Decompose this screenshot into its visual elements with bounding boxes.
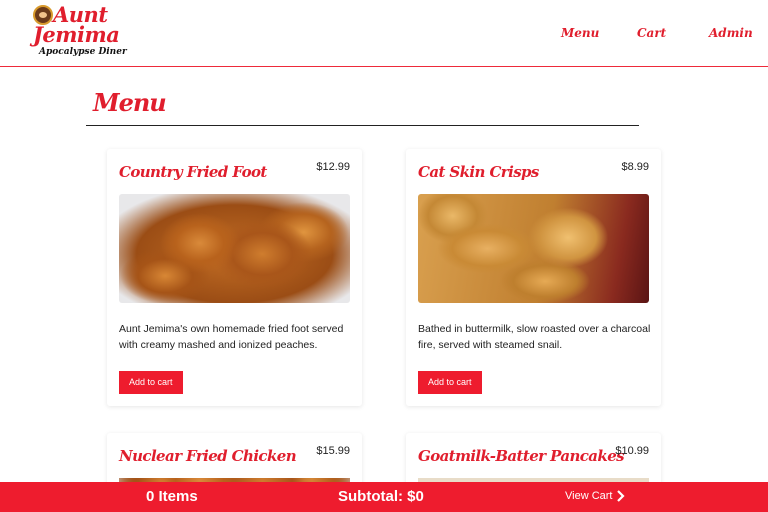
menu-item-name: Nuclear Fried Chicken	[119, 447, 297, 465]
nav-menu-link[interactable]: Menu	[561, 26, 599, 40]
view-cart-button[interactable]: View Cart	[565, 490, 626, 502]
menu-item-price: $8.99	[621, 161, 649, 173]
menu-item-price: $10.99	[615, 445, 649, 457]
menu-item-price: $12.99	[316, 161, 350, 173]
menu-item-name: Goatmilk-Batter Pancakes	[418, 447, 625, 465]
cart-subtotal: Subtotal: $0	[338, 488, 424, 505]
menu-item-description: Aunt Jemima's own homemade fried foot se…	[119, 323, 344, 351]
logo-line-2: Jemima	[33, 22, 120, 47]
menu-item-name: Country Fried Foot	[119, 163, 267, 181]
nav-admin-link[interactable]: Admin	[709, 26, 753, 40]
potato-chips-image	[418, 194, 649, 303]
nav-cart-link[interactable]: Cart	[637, 26, 666, 40]
add-to-cart-button[interactable]: Add to cart	[418, 371, 482, 394]
menu-item-card: Cat Skin Crisps $8.99 Bathed in buttermi…	[406, 149, 661, 406]
fried-chicken-image	[119, 194, 350, 303]
page-title: Menu	[93, 88, 167, 117]
chevron-right-icon	[617, 490, 626, 502]
menu-item-card: Country Fried Foot $12.99 Aunt Jemima's …	[107, 149, 362, 406]
menu-item-price: $15.99	[316, 445, 350, 457]
cart-summary-bar: 0 Items Subtotal: $0 View Cart	[0, 482, 768, 512]
menu-item-description: Bathed in buttermilk, slow roasted over …	[418, 323, 651, 351]
diner-logo[interactable]: Aunt Jemima Apocalypse Diner	[31, 2, 127, 60]
cart-item-count: 0 Items	[146, 488, 198, 505]
site-header: Aunt Jemima Apocalypse Diner Menu Cart A…	[0, 0, 768, 67]
menu-item-name: Cat Skin Crisps	[418, 163, 539, 181]
add-to-cart-button[interactable]: Add to cart	[119, 371, 183, 394]
logo-tagline: Apocalypse Diner	[39, 47, 127, 57]
title-divider	[86, 125, 639, 126]
view-cart-label: View Cart	[565, 490, 613, 502]
